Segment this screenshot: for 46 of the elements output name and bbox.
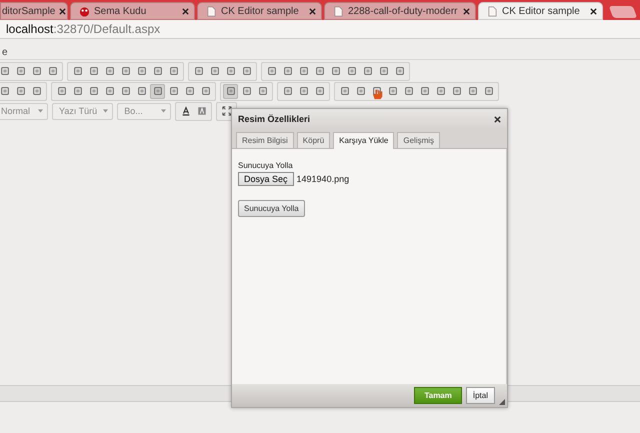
dialog-tab[interactable]: Köprü — [296, 132, 330, 148]
new-tab-button[interactable] — [608, 6, 638, 18]
close-icon[interactable] — [494, 116, 501, 122]
tomato-icon — [79, 6, 90, 16]
maximize-icon — [222, 106, 232, 116]
tab-title: CK Editor sample — [221, 6, 300, 16]
caret-icon — [38, 109, 43, 113]
dialog-tab[interactable]: Resim Bilgisi — [236, 132, 294, 148]
browser-tab[interactable]: ditorSample — [0, 2, 68, 20]
tab-title: ditorSample — [2, 6, 56, 16]
caret-icon — [103, 109, 108, 113]
close-icon[interactable] — [463, 8, 470, 14]
dialog-title: Resim Özellikleri — [238, 114, 310, 124]
cancel-button[interactable]: İptal — [466, 387, 495, 404]
page-icon — [206, 6, 217, 16]
page-icon — [487, 6, 498, 16]
bookmark-text[interactable]: e — [2, 46, 8, 58]
close-icon[interactable] — [309, 8, 316, 14]
browser-tab[interactable]: CK Editor sample — [197, 2, 322, 20]
ok-button[interactable]: Tamam — [414, 387, 462, 404]
dialog-tab[interactable]: Gelişmiş — [397, 132, 440, 148]
close-icon[interactable] — [59, 8, 66, 14]
tab-title: Sema Kudu — [94, 6, 148, 16]
browser-tab[interactable]: Sema Kudu — [70, 2, 195, 20]
page-icon — [333, 6, 344, 16]
choose-file-button[interactable]: Dosya Seç — [238, 172, 294, 186]
close-icon[interactable] — [182, 8, 189, 14]
dialog-tab[interactable]: Karşıya Yükle — [333, 132, 394, 149]
background-color-icon — [196, 106, 207, 116]
resize-grip-icon[interactable] — [499, 399, 505, 405]
tab-title: 2288-call-of-duty-moderr — [348, 6, 458, 16]
format-dropdown[interactable]: Normal — [0, 102, 48, 120]
tab-title: CK Editor sample — [502, 6, 581, 16]
file-name: 1491940.png — [296, 174, 350, 184]
caret-icon — [161, 109, 166, 113]
upload-button[interactable]: Sunucuya Yolla — [238, 200, 305, 217]
format-dropdown[interactable]: Bo... — [117, 102, 172, 120]
format-dropdown[interactable]: Yazı Türü — [52, 102, 114, 120]
browser-tab[interactable]: CK Editor sample — [478, 2, 603, 20]
browser-tab[interactable]: 2288-call-of-duty-moderr — [324, 2, 476, 20]
url-text: localhost:32870/Default.aspx — [6, 22, 160, 36]
hand-cursor-icon — [372, 88, 384, 100]
field-label: Sunucuya Yolla — [238, 161, 294, 170]
address-bar[interactable]: localhost:32870/Default.aspx — [0, 20, 640, 39]
text-color-icon — [180, 106, 191, 116]
close-icon[interactable] — [590, 8, 597, 14]
